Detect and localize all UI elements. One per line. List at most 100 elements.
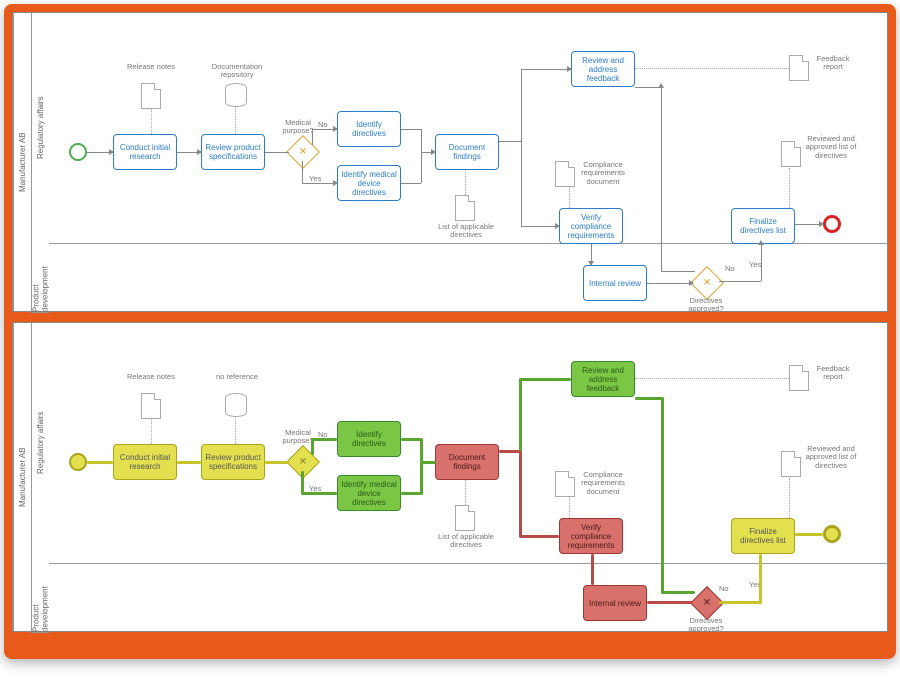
task2-verify: Verify compliance requirements [559,518,623,554]
flow-green [635,397,663,400]
task-internal-review: Internal review [583,265,647,301]
task2-finalize: Finalize directives list [731,518,795,554]
task-identify-dir: Identify directives [337,111,401,147]
flow [521,226,559,227]
arrow-icon [197,149,202,155]
label2-compliance: Compliance requirements document [573,471,633,496]
label-release-notes: Release notes [125,63,177,71]
label-reviewed: Reviewed and approved list of directives [803,135,859,160]
flow [661,87,662,271]
flow-green [519,378,571,381]
data-list-dir [455,195,475,221]
gateway2-approved-label: Directives approved? [681,617,731,634]
label2-noref: no reference [211,373,263,381]
flow [661,271,695,272]
flow-yellow [719,601,761,604]
flow-green [401,492,421,495]
arrow-icon [819,221,824,227]
label2-feedback: Feedback report [809,365,857,382]
label2-release: Release notes [125,373,177,381]
flow-green [420,438,423,462]
label2-list: List of applicable directives [437,533,495,550]
flow-red [519,450,522,536]
data2-noref [225,393,247,417]
data-reviewed [781,141,801,167]
assoc [151,419,152,444]
task2-conduct-research: Conduct initial research [113,444,177,480]
flow-green [311,439,314,455]
gateway-approved [690,266,724,300]
label-list-dir: List of applicable directives [437,223,495,240]
flow [521,141,522,226]
edge-yes: Yes [309,175,321,183]
flow [761,244,762,281]
data2-reviewed [781,451,801,477]
bpmn-plain-panel: Manufacturer AB Regulatory affairs Produ… [12,12,888,312]
task-conduct-research: Conduct initial research [113,134,177,170]
task-review-feedback: Review and address feedback [571,51,635,87]
data-doc-repo [225,83,247,107]
assoc [569,497,570,518]
flow-red [519,535,559,538]
data2-list [455,505,475,531]
lane-regulatory: Regulatory affairs [31,13,49,243]
task2-identify-dir: Identify directives [337,421,401,457]
flow-green [661,591,695,594]
arrow-icon [109,149,114,155]
flow-yellow [265,461,289,464]
flow-green [301,471,304,493]
task2-internal-review: Internal review [583,585,647,621]
flow-red [499,450,521,453]
label-doc-repo: Documentation repository [203,63,271,80]
flow [647,283,693,284]
label-feedback: Feedback report [809,55,857,72]
arrow-icon [567,66,572,72]
flow-green [420,462,423,495]
flow [499,141,521,142]
flow-green [401,438,421,441]
assoc [635,378,789,379]
bpmn-simulation-panel: Manufacturer AB Regulatory affairs Produ… [12,322,888,632]
arrow-icon [333,180,338,186]
arrow-icon [555,223,560,229]
edge-yes2: Yes [749,261,761,269]
flow-green [420,461,436,464]
flow-yellow [177,461,201,464]
edge-no: No [318,121,328,129]
data-compliance [555,161,575,187]
task-finalize: Finalize directives list [731,208,795,244]
start-event-2 [69,453,87,471]
assoc [635,68,789,69]
data-feedback [789,55,809,81]
assoc [569,187,570,208]
data-release-notes [141,83,161,109]
flow-green [311,438,337,441]
flow [265,152,289,153]
data2-feedback [789,365,809,391]
flow [302,161,303,183]
label2-reviewed: Reviewed and approved list of directives [803,445,859,470]
flow-yellow [87,461,113,464]
end-event [823,215,841,233]
arrow-icon [758,240,764,245]
task-document: Document findings [435,134,499,170]
flow-green [661,397,664,593]
task-identify-med: Identify medical device directives [337,165,401,201]
flow [421,129,422,152]
task2-review-feedback: Review and address feedback [571,361,635,397]
arrow-icon [333,126,338,132]
arrow-icon [658,83,664,88]
diagram-container: Manufacturer AB Regulatory affairs Produ… [4,4,896,659]
flow [521,69,571,70]
pool-label-2: Manufacturer AB [13,323,31,631]
task2-review-specs: Review product specifications [201,444,265,480]
gateway-medical [286,135,320,169]
gateway-medical-label: Medical purpose? [273,119,323,136]
lane-regulatory-2: Regulatory affairs [31,323,49,563]
flow [421,152,422,183]
assoc [789,478,790,518]
data2-release [141,393,161,419]
arrow-icon [588,261,594,266]
lane-product-2: Product development [31,563,49,633]
flow [401,129,421,130]
